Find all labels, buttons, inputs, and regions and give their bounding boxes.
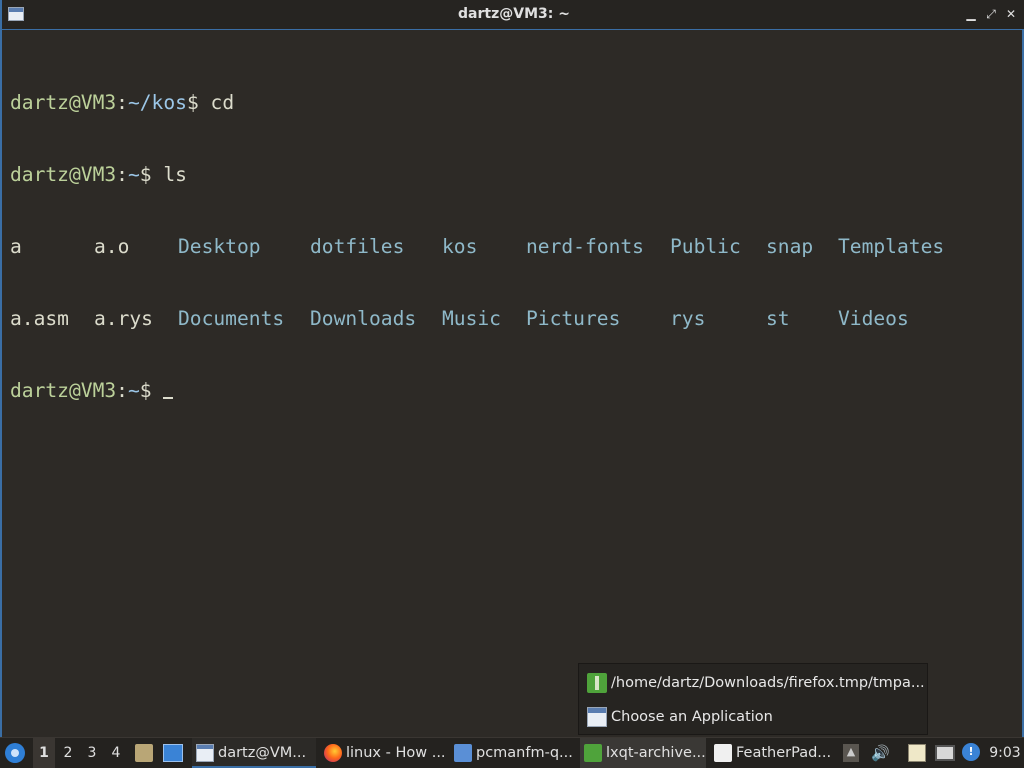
restore-icon[interactable]: ⤢ [983, 6, 999, 22]
desktop-switch-3[interactable]: 3 [81, 738, 103, 768]
featherpad-icon [714, 744, 732, 762]
archive-icon [584, 744, 602, 762]
task-label: FeatherPad... [736, 745, 832, 761]
ls-output-row: a a.o Desktop dotfiles kos nerd-fonts Public sn… [10, 235, 1015, 259]
archive-icon [587, 673, 607, 693]
prompt-sep: : [116, 91, 128, 114]
prompt-sep: : [116, 163, 128, 186]
ls-entry: Desktop [178, 235, 261, 258]
task-label: pcmanfm-q... [476, 745, 573, 761]
ls-entry: Videos [838, 307, 909, 330]
desktop-switch-2[interactable]: 2 [57, 738, 79, 768]
show-desktop-icon[interactable] [163, 744, 183, 762]
terminal-line: dartz@VM3:~$ ls [10, 163, 1015, 187]
prompt-symbol: $ [139, 379, 164, 402]
taskbar: 1 2 3 4 dartz@VM... linux - How ... pcma… [0, 737, 1024, 768]
close-icon[interactable]: ✕ [1003, 6, 1019, 22]
task-label: lxqt-archive... [606, 745, 706, 761]
ls-entry: nerd-fonts [526, 235, 644, 258]
ls-entry: Documents [178, 307, 285, 330]
ls-entry: a.o [94, 235, 130, 258]
app-menu-icon[interactable] [5, 743, 25, 763]
eject-icon[interactable]: ▲ [843, 744, 859, 762]
terminal-line: dartz@VM3:~$ [10, 379, 1015, 403]
terminal-window: dartz@VM3: ~ ▁ ⤢ ✕ dartz@VM3:~/kos$ cd d… [0, 0, 1024, 737]
notification-icon[interactable]: ! [962, 743, 980, 761]
network-icon[interactable] [935, 745, 955, 761]
file-manager-launcher-icon[interactable] [135, 744, 153, 762]
taskbar-group-popup: /home/dartz/Downloads/firefox.tmp/tmpa..… [578, 663, 928, 735]
command-text: ls [163, 163, 187, 186]
clock[interactable]: 9:03 [988, 738, 1022, 768]
ls-entry: snap [766, 235, 814, 258]
terminal-output[interactable]: dartz@VM3:~/kos$ cd dartz@VM3:~$ ls a a.o… [10, 43, 1015, 733]
ls-entry: dotfiles [310, 235, 405, 258]
task-label: dartz@VM... [218, 745, 307, 761]
ls-entry: kos [442, 235, 478, 258]
task-featherpad[interactable]: FeatherPad... [710, 738, 836, 768]
task-label: linux - How ... [346, 745, 446, 761]
firefox-icon [324, 744, 342, 762]
ls-entry: a [10, 235, 22, 258]
prompt-symbol: $ [139, 163, 164, 186]
ls-entry: a.asm [10, 307, 69, 330]
prompt-path: ~/kos [127, 91, 187, 114]
task-firefox[interactable]: linux - How ... [320, 738, 446, 768]
task-lxqt-archiver[interactable]: lxqt-archive... [580, 738, 706, 768]
popup-item-archive-file[interactable]: /home/dartz/Downloads/firefox.tmp/tmpa..… [587, 672, 925, 696]
ls-entry: Templates [838, 235, 945, 258]
title-bar[interactable]: dartz@VM3: ~ ▁ ⤢ ✕ [2, 0, 1024, 30]
prompt-symbol: $ [186, 91, 211, 114]
ls-entry: Downloads [310, 307, 417, 330]
prompt-path: ~ [127, 379, 140, 402]
prompt-user: dartz@VM3 [10, 163, 117, 186]
prompt-sep: : [116, 379, 128, 402]
prompt-user: dartz@VM3 [10, 91, 117, 114]
prompt-user: dartz@VM3 [10, 379, 117, 402]
ls-entry: Pictures [526, 307, 621, 330]
terminal-line: dartz@VM3:~/kos$ cd [10, 91, 1015, 115]
folder-icon [454, 744, 472, 762]
ls-entry: a.rys [94, 307, 153, 330]
desktop-switch-1[interactable]: 1 [33, 738, 55, 768]
window-title: dartz@VM3: ~ [458, 6, 570, 22]
volume-icon[interactable]: 🔊 [871, 745, 890, 761]
task-terminal[interactable]: dartz@VM... [192, 738, 316, 768]
ls-entry: Music [442, 307, 501, 330]
popup-item-choose-application[interactable]: Choose an Application [587, 706, 773, 730]
popup-item-label: Choose an Application [611, 709, 773, 725]
clipboard-icon[interactable] [908, 744, 926, 762]
minimize-icon[interactable]: ▁ [963, 6, 979, 22]
desktop-switch-4[interactable]: 4 [105, 738, 127, 768]
window-icon [587, 707, 607, 727]
popup-item-label: /home/dartz/Downloads/firefox.tmp/tmpa..… [611, 675, 925, 691]
ls-output-row: a.asm a.rys Documents Downloads Music Picture… [10, 307, 1015, 331]
ls-entry: rys [670, 307, 706, 330]
text-cursor [163, 379, 174, 399]
prompt-path: ~ [127, 163, 140, 186]
terminal-icon [196, 744, 214, 762]
task-pcmanfm[interactable]: pcmanfm-q... [450, 738, 576, 768]
command-text: cd [210, 91, 235, 114]
ls-entry: st [766, 307, 790, 330]
ls-entry: Public [670, 235, 741, 258]
